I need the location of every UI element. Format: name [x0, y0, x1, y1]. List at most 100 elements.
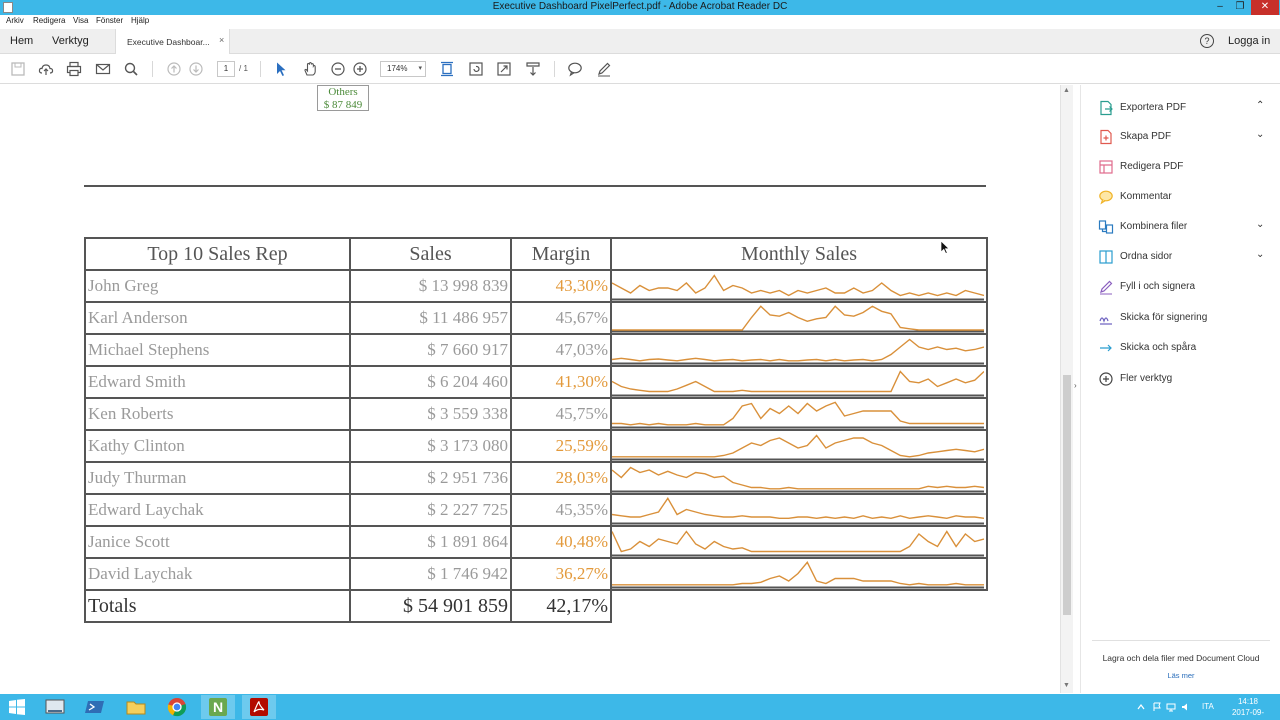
tool-label: Kombinera filer: [1120, 221, 1188, 232]
tool-combine-files[interactable]: Kombinera filer ⌄: [1098, 216, 1268, 238]
tool-label: Kommentar: [1120, 191, 1172, 202]
sparkline-series: [612, 496, 984, 520]
send-track-icon: [1100, 344, 1112, 352]
tab-document[interactable]: Executive Dashboar... ×: [115, 29, 230, 54]
login-button[interactable]: Logga in: [1228, 35, 1270, 47]
menu-arkiv[interactable]: Arkiv: [6, 16, 24, 25]
chevron-up-icon[interactable]: ⌃: [1256, 100, 1264, 111]
comment-icon[interactable]: [566, 60, 584, 78]
tray-time: 14:18: [1237, 697, 1259, 706]
rotate-view-icon[interactable]: [467, 60, 485, 78]
fit-page-icon[interactable]: [438, 60, 456, 78]
save-icon[interactable]: [9, 60, 27, 78]
start-icon[interactable]: [0, 695, 34, 719]
tool-fill-sign[interactable]: Fyll i och signera: [1098, 276, 1268, 298]
create-pdf-icon: [1100, 129, 1112, 145]
tab-tools[interactable]: Verktyg: [52, 35, 89, 47]
zoom-out-icon[interactable]: [329, 60, 347, 78]
sparkline-series: [612, 530, 984, 553]
monthly-sales-sparkline: [610, 493, 988, 527]
rep-margin: 47,03%: [510, 333, 612, 367]
full-screen-icon[interactable]: [495, 60, 513, 78]
email-icon[interactable]: [94, 60, 112, 78]
menu-hjalp[interactable]: Hjälp: [131, 16, 149, 25]
close-tab-icon[interactable]: ×: [219, 35, 224, 45]
tool-label: Skapa PDF: [1120, 131, 1172, 142]
menu-redigera[interactable]: Redigera: [33, 16, 65, 25]
table-row: Judy Thurman $ 2 951 736 28,03%: [84, 461, 988, 495]
chrome-icon[interactable]: [160, 695, 194, 719]
powershell-icon[interactable]: [78, 695, 112, 719]
totals-margin: 42,17%: [510, 589, 612, 623]
tray-network-icon[interactable]: [1166, 702, 1176, 712]
select-tool-icon[interactable]: [272, 60, 290, 78]
scroll-mode-icon[interactable]: [524, 60, 542, 78]
rep-name: Michael Stephens: [84, 333, 351, 367]
highlight-pen-icon[interactable]: [595, 60, 613, 78]
rep-sales: $ 7 660 917: [349, 333, 512, 367]
tray-up-icon[interactable]: [1136, 702, 1146, 712]
upload-cloud-icon[interactable]: [37, 60, 55, 78]
tray-volume-icon[interactable]: [1181, 702, 1191, 712]
next-page-icon[interactable]: [187, 60, 205, 78]
zoom-in-icon[interactable]: [351, 60, 369, 78]
tab-home[interactable]: Hem: [10, 35, 33, 47]
chevron-down-icon[interactable]: ⌄: [1256, 219, 1264, 230]
document-cloud-text: Lagra och dela filer med Document Cloud: [1102, 653, 1260, 663]
tray-language[interactable]: ITA: [1202, 702, 1214, 711]
tray-clock[interactable]: 14:18 2017-09-04: [1228, 696, 1268, 720]
document-view[interactable]: Others $ 87 849 Top 10 Sales Rep Sales M…: [0, 85, 1060, 693]
others-value: $ 87 849: [323, 99, 363, 111]
rep-name: Judy Thurman: [84, 461, 351, 495]
tools-panel: Exportera PDF ⌃ Skapa PDF ⌄ Redigera PDF…: [1082, 85, 1280, 693]
menu-fonster[interactable]: Fönster: [96, 16, 123, 25]
maximize-button[interactable]: ❐: [1230, 0, 1250, 15]
monthly-sales-sparkline: [610, 525, 988, 559]
learn-more-link[interactable]: Läs mer: [1082, 671, 1280, 680]
export-pdf-icon: [1100, 100, 1113, 116]
minimize-button[interactable]: –: [1210, 0, 1230, 15]
search-icon[interactable]: [122, 60, 140, 78]
print-icon[interactable]: [65, 60, 83, 78]
rep-sales: $ 3 173 080: [349, 429, 512, 463]
rep-margin: 45,67%: [510, 301, 612, 335]
rep-name: Edward Laychak: [84, 493, 351, 527]
taskbar: N ITA 14:18 2017-09-04: [0, 694, 1280, 720]
table-row: Michael Stephens $ 7 660 917 47,03%: [84, 333, 988, 367]
table-row: Edward Smith $ 6 204 460 41,30%: [84, 365, 988, 399]
close-window-button[interactable]: ✕: [1251, 0, 1279, 15]
tool-export-pdf[interactable]: Exportera PDF ⌃: [1098, 97, 1268, 119]
menu-visa[interactable]: Visa: [73, 16, 88, 25]
rep-margin: 43,30%: [510, 269, 612, 303]
scroll-up-icon[interactable]: ▲: [1063, 87, 1070, 94]
previous-page-icon[interactable]: [165, 60, 183, 78]
server-manager-icon[interactable]: [38, 695, 72, 719]
chevron-down-icon[interactable]: ⌄: [1256, 249, 1264, 260]
tool-send-for-signature[interactable]: Skicka för signering: [1098, 307, 1268, 329]
scrollbar-thumb[interactable]: [1063, 375, 1071, 615]
scroll-down-icon[interactable]: ▼: [1063, 682, 1070, 689]
tool-send-track[interactable]: Skicka och spåra: [1098, 337, 1268, 359]
rep-name: Kathy Clinton: [84, 429, 351, 463]
monthly-sales-sparkline: [610, 397, 988, 431]
right-panel-toggle[interactable]: ›: [1073, 85, 1081, 693]
tool-more-tools[interactable]: Fler verktyg: [1098, 368, 1268, 390]
chevron-down-icon[interactable]: ⌄: [1256, 129, 1264, 140]
notepad-icon[interactable]: N: [201, 695, 235, 719]
vertical-scrollbar[interactable]: ▲ ▼: [1060, 85, 1073, 693]
tool-organize-pages[interactable]: Ordna sidor ⌄: [1098, 246, 1268, 268]
help-icon[interactable]: ?: [1200, 34, 1214, 48]
tool-comment[interactable]: Kommentar: [1098, 186, 1268, 208]
acrobat-icon[interactable]: [242, 695, 276, 719]
sales-rep-table: Top 10 Sales Rep Sales Margin Monthly Sa…: [84, 237, 988, 623]
file-explorer-icon[interactable]: [119, 695, 153, 719]
hand-tool-icon[interactable]: [301, 60, 319, 78]
tool-label: Skicka och spåra: [1120, 342, 1197, 353]
tool-create-pdf[interactable]: Skapa PDF ⌄: [1098, 126, 1268, 148]
page-number-input[interactable]: 1: [217, 61, 235, 77]
tray-flag-icon[interactable]: [1152, 702, 1162, 712]
tool-edit-pdf[interactable]: Redigera PDF: [1098, 156, 1268, 178]
section-divider: [84, 185, 986, 187]
monthly-sales-sparkline: [610, 269, 988, 303]
zoom-level-select[interactable]: 174% ▾: [380, 61, 426, 77]
